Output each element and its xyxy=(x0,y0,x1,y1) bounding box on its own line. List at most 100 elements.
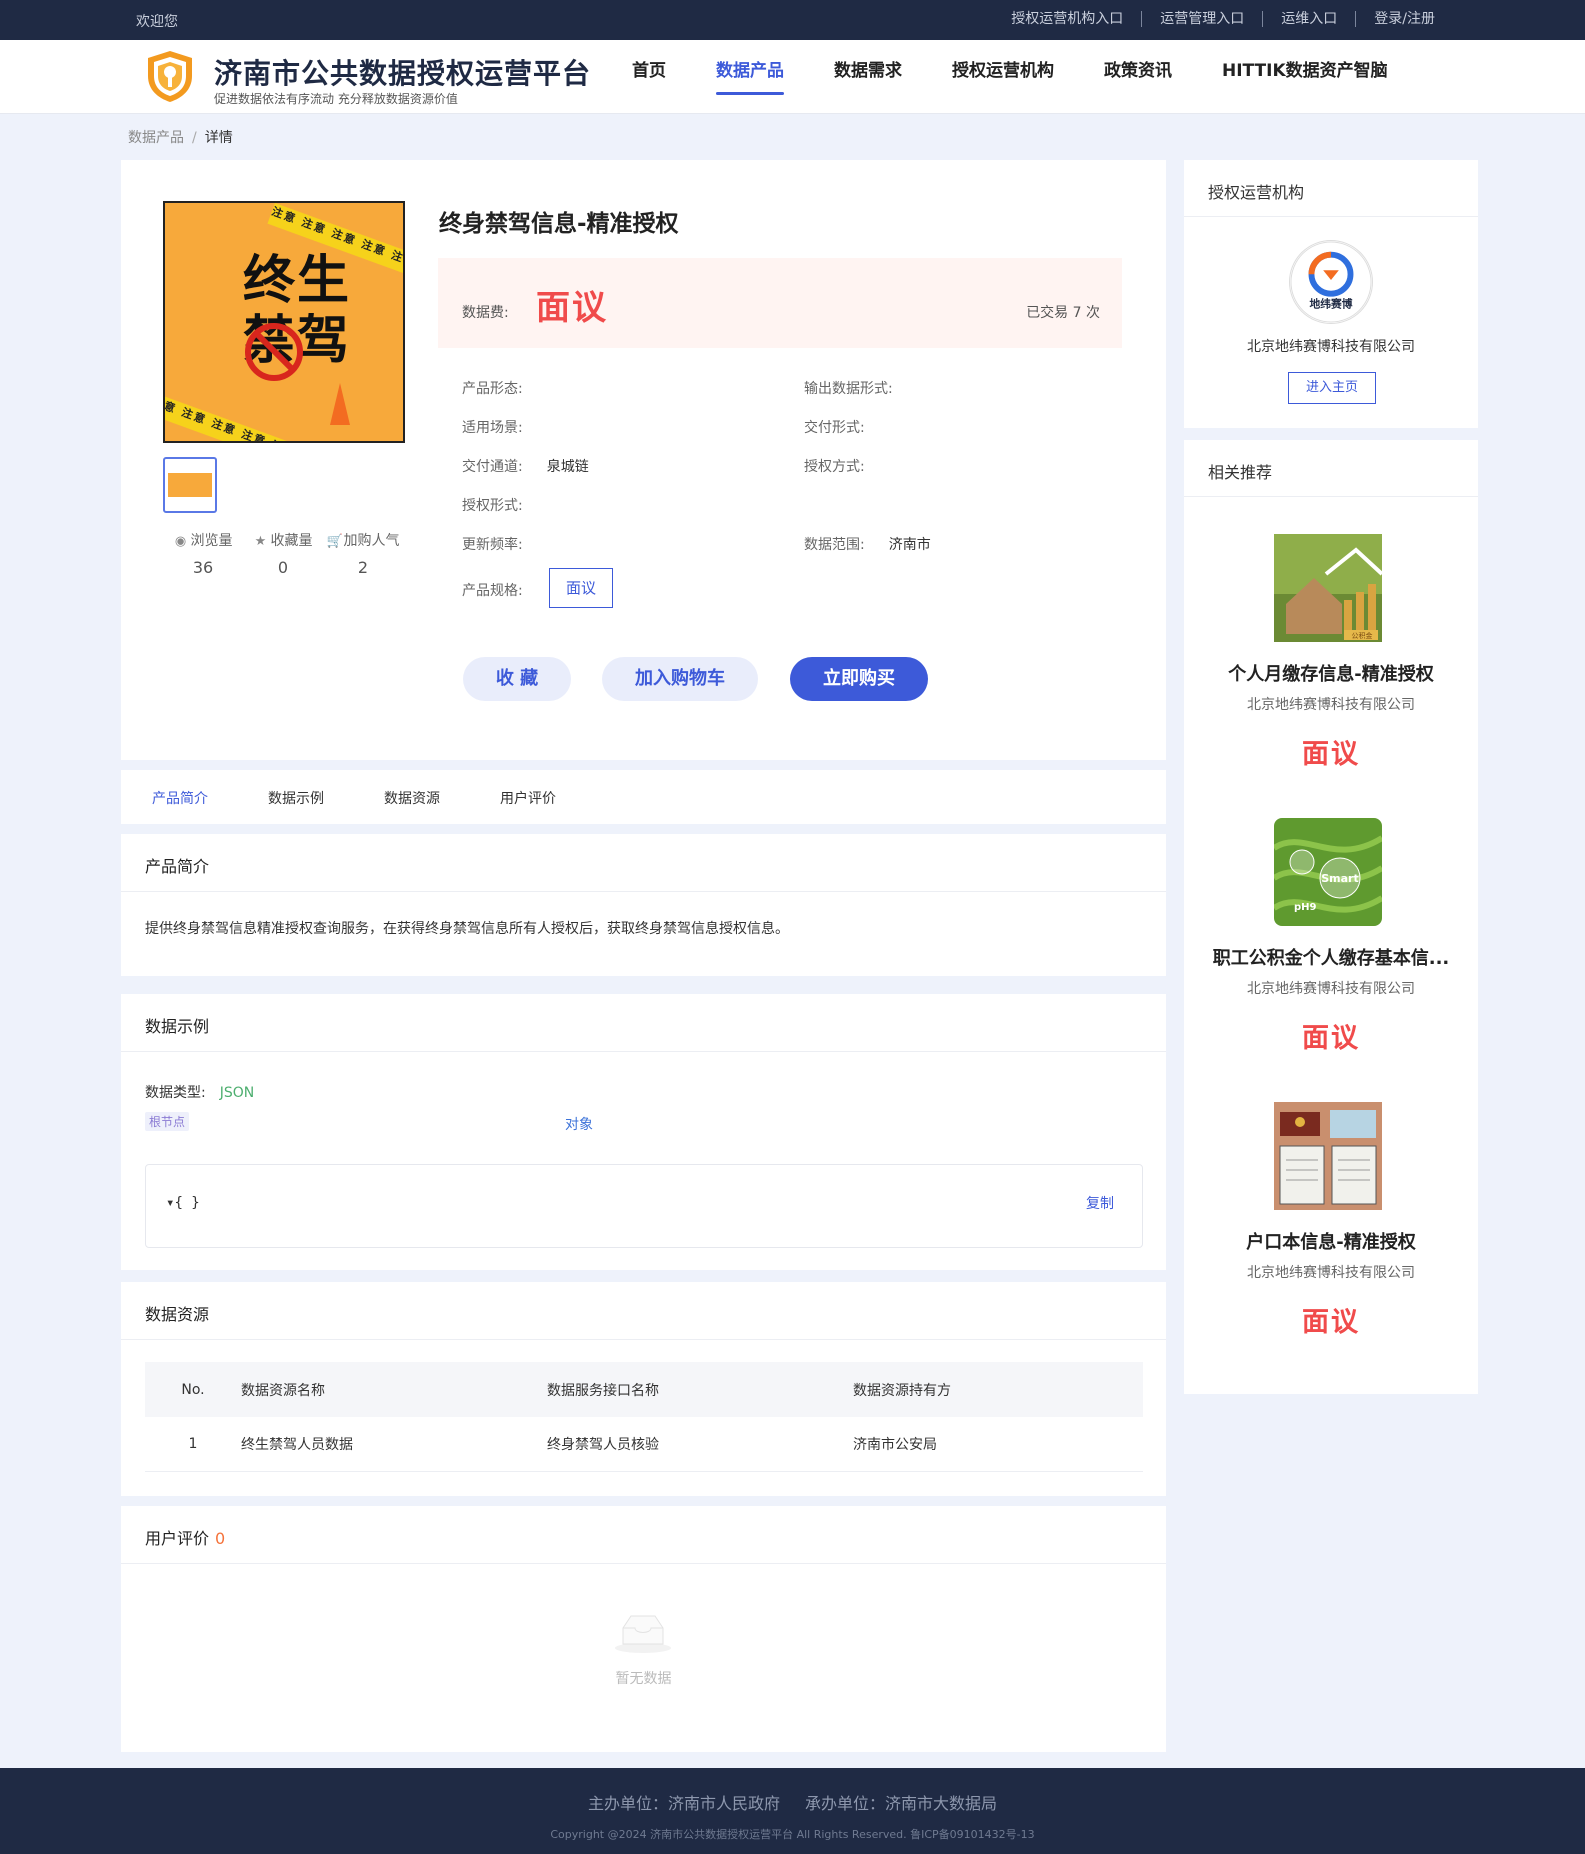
org-card: 授权运营机构 地纬赛博 北京地纬赛博科技有限公司 进入主页 xyxy=(1184,160,1478,428)
column-header: 数据资源名称 xyxy=(241,1382,325,1399)
shield-logo-icon xyxy=(148,51,192,102)
resources-table: No. 数据资源名称 数据服务接口名称 数据资源持有方 1 终生禁驾人员数据 终… xyxy=(145,1362,1143,1472)
price-value: 面议 xyxy=(536,288,608,328)
attr-auth-form: 授权形式: xyxy=(462,495,547,515)
tab-reviews[interactable]: 用户评价 xyxy=(500,788,556,808)
stat-label: 加购人气 xyxy=(343,533,400,549)
nav-authorized-orgs[interactable]: 授权运营机构 xyxy=(952,40,1054,114)
column-header: No. xyxy=(181,1381,205,1398)
attr-label: 授权形式: xyxy=(462,498,523,514)
product-thumbnail[interactable] xyxy=(163,457,217,513)
stat-value: 36 xyxy=(192,558,214,577)
intro-text: 提供终身禁驾信息精准授权查询服务，在获得终身禁驾信息所有人授权后，获取终身禁驾信… xyxy=(145,921,789,937)
nav-data-demand[interactable]: 数据需求 xyxy=(834,40,902,114)
breadcrumb-current: 详情 xyxy=(204,130,233,146)
site-title: 济南市公共数据授权运营平台 xyxy=(214,57,592,90)
attr-spec-label: 产品规格: xyxy=(462,583,523,599)
favorite-button[interactable]: 收 藏 xyxy=(463,657,571,701)
table-row: 1 终生禁驾人员数据 终身禁驾人员核验 济南市公安局 xyxy=(145,1417,1143,1472)
tab-resources[interactable]: 数据资源 xyxy=(384,788,440,808)
recommend-name[interactable]: 职工公积金个人缴存基本信... xyxy=(1184,944,1478,970)
cart-icon: 🛒 xyxy=(326,534,343,549)
table-cell: 终生禁驾人员数据 xyxy=(241,1437,353,1453)
stat-label: 收藏量 xyxy=(270,533,313,549)
sidebar-header: 相关推荐 xyxy=(1184,440,1478,497)
sidebar-header: 授权运营机构 xyxy=(1184,160,1478,217)
stat-value: 2 xyxy=(357,558,369,577)
attr-value: 泉城链 xyxy=(546,459,589,475)
sample-section: 数据示例 数据类型: JSON 根节点 对象 ▾{ } 复制 xyxy=(121,994,1166,1270)
data-type: 数据类型: JSON xyxy=(145,1082,254,1102)
org-logo: 地纬赛博 xyxy=(1289,240,1373,324)
footer-copyright: Copyright @2024 济南市公共数据授权运营平台 All Rights… xyxy=(550,1828,1035,1841)
root-node-tag: 根节点 xyxy=(145,1112,190,1131)
nav-data-products[interactable]: 数据产品 xyxy=(716,40,784,114)
breadcrumb-separator: / xyxy=(192,130,197,146)
nav-home[interactable]: 首页 xyxy=(632,40,666,114)
image-label: pH9 xyxy=(1294,902,1317,913)
recommend-name[interactable]: 户口本信息-精准授权 xyxy=(1184,1228,1478,1254)
json-text: { } xyxy=(174,1195,200,1211)
recommend-price: 面议 xyxy=(1302,1307,1360,1338)
welcome-text: 欢迎您 xyxy=(136,14,178,30)
empty-text: 暂无数据 xyxy=(615,1671,672,1687)
section-header: 产品简介 xyxy=(121,834,1166,892)
attr-output: 输出数据形式: xyxy=(804,378,917,398)
attr-range: 数据范围: 济南市 xyxy=(804,534,931,554)
org-homepage-button[interactable]: 进入主页 xyxy=(1288,372,1376,404)
image-label: 公积金 xyxy=(1352,631,1373,640)
org-entry-link[interactable]: 授权运营机构入口 xyxy=(993,11,1141,27)
site-footer: 主办单位：济南市人民政府 承办单位：济南市大数据局 Copyright @202… xyxy=(0,1768,1585,1854)
breadcrumb-parent[interactable]: 数据产品 xyxy=(128,130,184,146)
table-header-row: No. 数据资源名称 数据服务接口名称 数据资源持有方 xyxy=(145,1362,1143,1417)
eye-icon: ◉ xyxy=(174,534,187,549)
smart-agriculture-image: Smart pH9 xyxy=(1274,818,1382,926)
section-title: 数据示例 xyxy=(145,1017,210,1036)
login-register-link[interactable]: 登录/注册 xyxy=(1355,11,1453,27)
attr-auth-method: 授权方式: xyxy=(804,456,889,476)
maintenance-link[interactable]: 运维入口 xyxy=(1262,11,1355,27)
recommend-item[interactable]: 户口本信息-精准授权 北京地纬赛博科技有限公司 面议 xyxy=(1184,1102,1478,1362)
recommend-name[interactable]: 个人月缴存信息-精准授权 xyxy=(1184,660,1478,686)
footer-units: 主办单位：济南市人民政府 承办单位：济南市大数据局 xyxy=(0,1790,1585,1814)
table-cell: 济南市公安局 xyxy=(853,1437,937,1453)
main-nav: 首页 数据产品 数据需求 授权运营机构 政策资讯 HITTIK数据资产智脑 xyxy=(632,40,1438,114)
recommend-item[interactable]: Smart pH9 职工公积金个人缴存基本信... 北京地纬赛博科技有限公司 面… xyxy=(1184,818,1478,1078)
stat-value: 0 xyxy=(277,558,289,577)
attr-channel: 交付通道: 泉城链 xyxy=(462,456,589,476)
spec-option-button[interactable]: 面议 xyxy=(549,568,613,608)
intro-section: 产品简介 提供终身禁驾信息精准授权查询服务，在获得终身禁驾信息所有人授权后，获取… xyxy=(121,834,1166,976)
image-label: Smart xyxy=(1321,872,1359,885)
traffic-cone-icon xyxy=(330,383,350,425)
column-header: 数据服务接口名称 xyxy=(547,1382,659,1399)
table-cell: 1 xyxy=(188,1436,198,1452)
tab-intro[interactable]: 产品简介 xyxy=(152,788,208,808)
stat-cart: 🛒加购人气 2 xyxy=(323,530,403,577)
tab-sample[interactable]: 数据示例 xyxy=(268,788,324,808)
recommend-item[interactable]: 公积金 个人月缴存信息-精准授权 北京地纬赛博科技有限公司 面议 xyxy=(1184,534,1478,794)
nav-policy-news[interactable]: 政策资讯 xyxy=(1104,40,1172,114)
nav-hittik[interactable]: HITTIK数据资产智脑 xyxy=(1222,40,1388,114)
copy-button[interactable]: 复制 xyxy=(1086,1193,1114,1213)
buy-now-button[interactable]: 立即购买 xyxy=(790,657,928,701)
star-icon: ★ xyxy=(254,534,267,549)
org-logo-text: 地纬赛博 xyxy=(1310,297,1353,310)
reviews-title: 用户评价 xyxy=(145,1529,210,1548)
attr-delivery-form: 交付形式: xyxy=(804,417,889,437)
json-code[interactable]: ▾{ } xyxy=(166,1195,200,1211)
column-header: 数据资源持有方 xyxy=(853,1382,951,1399)
household-register-image xyxy=(1274,1102,1382,1210)
add-to-cart-button[interactable]: 加入购物车 xyxy=(602,657,758,701)
resources-section: 数据资源 No. 数据资源名称 数据服务接口名称 数据资源持有方 1 终生禁驾人… xyxy=(121,1282,1166,1496)
recommend-price: 面议 xyxy=(1302,1023,1360,1054)
detail-tabs: 产品简介 数据示例 数据资源 用户评价 xyxy=(121,770,1166,824)
data-type-label: 数据类型: xyxy=(145,1085,206,1101)
object-type-label: 对象 xyxy=(565,1117,593,1133)
ops-management-link[interactable]: 运营管理入口 xyxy=(1141,11,1262,27)
attr-label: 交付通道: xyxy=(462,459,523,475)
top-links: 授权运营机构入口 运营管理入口 运维入口 登录/注册 xyxy=(993,11,1453,27)
footer-organizer: 承办单位：济南市大数据局 xyxy=(805,1794,998,1813)
section-title: 数据资源 xyxy=(145,1305,210,1324)
json-viewer: ▾{ } 复制 xyxy=(145,1164,1143,1248)
recommend-company: 北京地纬赛博科技有限公司 xyxy=(1247,1265,1415,1281)
